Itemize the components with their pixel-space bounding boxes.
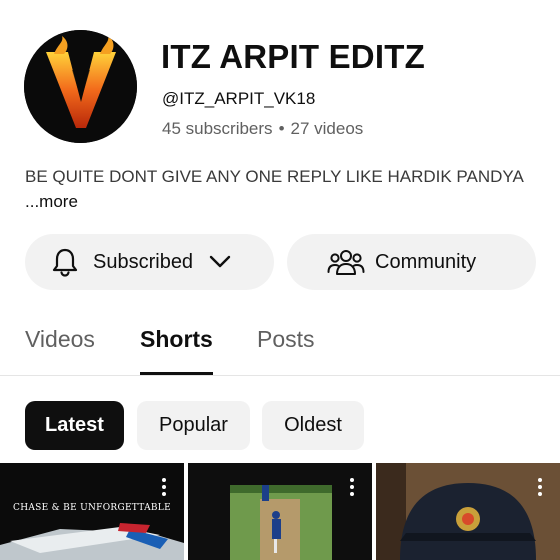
short-overlay-text: CHASE & BE UNFORGETTABLE [13,503,171,513]
tab-shorts[interactable]: Shorts [140,326,213,353]
subscribed-label: Subscribed [93,250,194,273]
flaming-v-logo-icon [24,30,137,143]
filter-chip-oldest[interactable]: Oldest [262,401,364,450]
filter-chip-latest[interactable]: Latest [25,401,124,450]
more-vert-icon[interactable] [160,478,168,500]
short-thumbnail[interactable]: CHASE & BE UNFORGETTABLE [0,463,184,560]
thumbnail-image [376,463,560,560]
tab-posts[interactable]: Posts [257,326,315,353]
video-count: 27 videos [290,119,364,138]
more-vert-icon[interactable] [536,478,544,500]
chevron-down-icon [209,255,231,269]
channel-name: ITZ ARPIT EDITZ [161,38,425,75]
active-tab-indicator [140,372,213,375]
more-link[interactable]: ...more [25,192,78,211]
channel-description[interactable]: BE QUITE DONT GIVE ANY ONE REPLY LIKE HA… [25,164,545,214]
more-vert-icon[interactable] [348,478,356,500]
people-icon [327,247,365,277]
short-thumbnail[interactable] [188,463,372,560]
bell-icon [51,247,79,277]
channel-avatar[interactable] [24,30,137,143]
description-text: BE QUITE DONT GIVE ANY ONE REPLY LIKE HA… [25,167,523,186]
subscribed-button[interactable]: Subscribed [25,234,274,290]
subscriber-count: 45 subscribers [162,119,273,138]
thumbnail-image [188,463,372,560]
community-button[interactable]: Community [287,234,536,290]
filter-chip-popular[interactable]: Popular [137,401,250,450]
channel-tabs: Videos Shorts Posts [0,316,560,376]
channel-stats: 45 subscribers • 27 videos [162,119,363,139]
tab-videos[interactable]: Videos [25,326,95,353]
community-label: Community [375,250,477,273]
stats-separator: • [278,119,285,138]
channel-handle: @ITZ_ARPIT_VK18 [162,89,316,108]
short-thumbnail[interactable] [376,463,560,560]
